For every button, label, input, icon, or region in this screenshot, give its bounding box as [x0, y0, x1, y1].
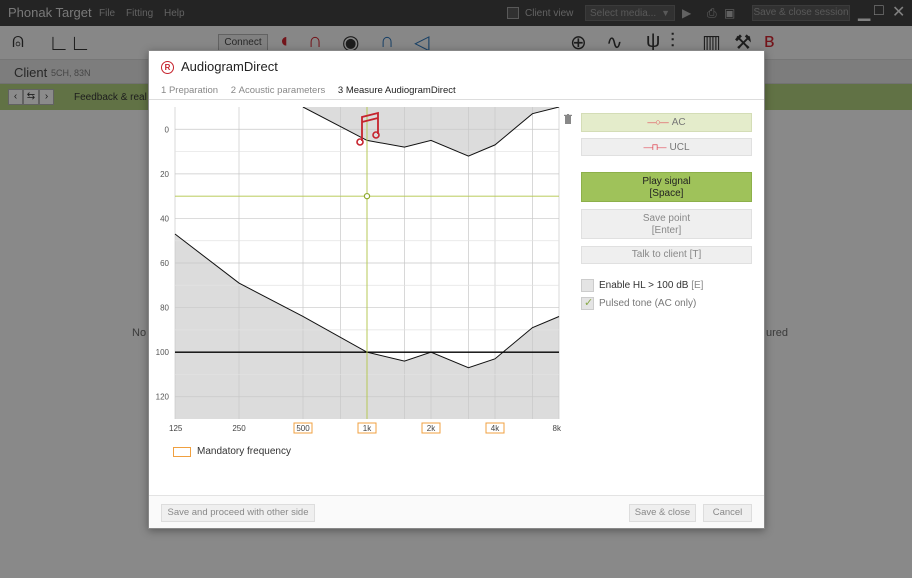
y-tick-label: 40 [160, 214, 169, 223]
right-ear-badge: R [161, 61, 174, 74]
ac-label: AC [671, 117, 686, 128]
play-signal-button[interactable]: Play signal [Space] [581, 172, 752, 202]
dialog-title: AudiogramDirect [181, 59, 278, 74]
x-tick-label: 1k [363, 424, 372, 433]
y-tick-label: 120 [156, 393, 170, 402]
pulsed-tone-label: Pulsed tone (AC only) [599, 298, 697, 309]
step-measure[interactable]: 3 Measure AudiogramDirect [338, 85, 456, 96]
enable-hl-label: Enable HL > 100 dB [E] [599, 280, 704, 291]
cursor-point [363, 192, 371, 200]
cancel-button[interactable]: Cancel [703, 504, 752, 522]
x-tick-label: 8k [553, 424, 562, 433]
x-tick-label: 4k [491, 424, 500, 433]
save-point-button[interactable]: Save point [Enter] [581, 209, 752, 239]
step-preparation[interactable]: 1 Preparation [161, 85, 218, 96]
dialog-footer: Save and proceed with other side Save & … [149, 495, 764, 528]
play-signal-shortcut: [Space] [649, 188, 684, 199]
ucl-label: UCL [669, 142, 690, 153]
save-point-shortcut: [Enter] [651, 225, 682, 236]
wizard-steps: 1 Preparation 2 Acoustic parameters 3 Me… [161, 85, 466, 96]
y-tick-label: 80 [160, 304, 169, 313]
y-tick-label: 100 [156, 348, 170, 357]
ucl-symbol-icon: —⊓— [643, 142, 666, 152]
ac-mode-button[interactable]: —○— AC [581, 113, 752, 132]
y-tick-label: 60 [160, 259, 169, 268]
enable-hl-checkbox[interactable] [581, 279, 594, 292]
audiogram-chart[interactable]: 0 20 40 60 80 100 120 125 250 500 1k 2k 4k 8k [149, 107, 569, 447]
ac-symbol-icon: —○— [647, 117, 668, 127]
dialog-divider [149, 99, 764, 100]
mandatory-frequency-swatch [173, 447, 191, 457]
save-close-button[interactable]: Save & close [629, 504, 696, 522]
y-tick-label: 20 [160, 170, 169, 179]
x-tick-label: 250 [232, 424, 246, 433]
x-tick-label: 125 [169, 424, 183, 433]
ucl-mode-button[interactable]: —⊓— UCL [581, 138, 752, 156]
mandatory-frequency-label: Mandatory frequency [197, 446, 291, 457]
x-tick-label: 2k [427, 424, 436, 433]
checkmark-icon: ✓ [584, 297, 594, 309]
trash-icon[interactable] [564, 114, 572, 124]
y-tick-label: 0 [165, 125, 170, 134]
play-signal-label: Play signal [642, 176, 691, 187]
audiogram-direct-dialog: R AudiogramDirect 1 Preparation 2 Acoust… [148, 50, 765, 529]
step-acoustic-parameters[interactable]: 2 Acoustic parameters [231, 85, 326, 96]
talk-to-client-button[interactable]: Talk to client [T] [581, 246, 752, 264]
save-proceed-button[interactable]: Save and proceed with other side [161, 504, 315, 522]
x-tick-label: 500 [296, 424, 310, 433]
pulsed-tone-checkbox[interactable]: ✓ [581, 297, 594, 310]
save-point-label: Save point [642, 213, 691, 224]
